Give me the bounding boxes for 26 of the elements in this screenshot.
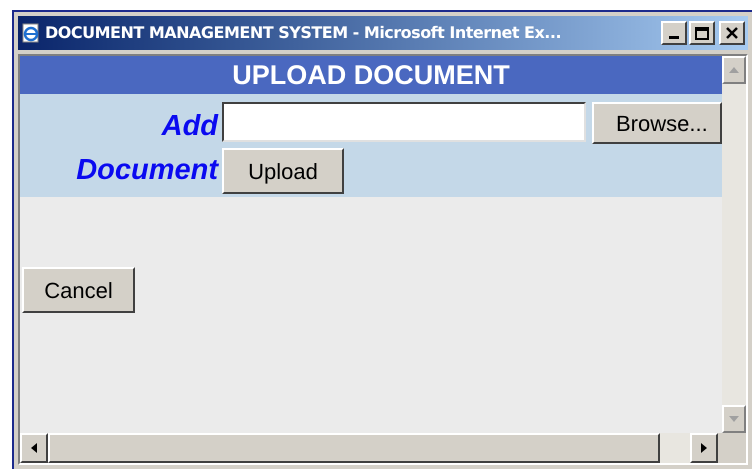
browse-button[interactable]: Browse... <box>592 102 722 144</box>
left-arrow-icon <box>31 443 37 453</box>
scrollbar-corner <box>718 433 746 463</box>
upload-button[interactable]: Upload <box>222 148 344 194</box>
scroll-down-button[interactable] <box>722 405 746 433</box>
vertical-scrollbar[interactable] <box>722 56 746 433</box>
right-arrow-icon <box>701 443 707 453</box>
window-title: DOCUMENT MANAGEMENT SYSTEM - Microsoft Internet Ex... <box>45 22 562 44</box>
field-label-line: Document <box>76 153 218 188</box>
maximize-button[interactable] <box>689 21 715 45</box>
close-icon <box>726 27 738 39</box>
cancel-button[interactable]: Cancel <box>22 267 135 313</box>
minimize-button[interactable] <box>661 21 687 45</box>
down-arrow-icon <box>729 416 739 422</box>
close-button[interactable] <box>719 21 745 45</box>
field-label-line: Add <box>162 109 218 144</box>
maximize-icon <box>695 26 709 40</box>
horizontal-scroll-thumb[interactable] <box>48 433 660 463</box>
scroll-right-button[interactable] <box>690 433 718 463</box>
up-arrow-icon <box>729 67 739 73</box>
browser-icon <box>21 23 41 43</box>
minimize-icon <box>669 36 679 39</box>
page-heading: UPLOAD DOCUMENT <box>20 56 722 94</box>
scroll-up-button[interactable] <box>722 56 746 84</box>
file-path-field[interactable] <box>222 102 586 142</box>
scroll-left-button[interactable] <box>20 433 48 463</box>
